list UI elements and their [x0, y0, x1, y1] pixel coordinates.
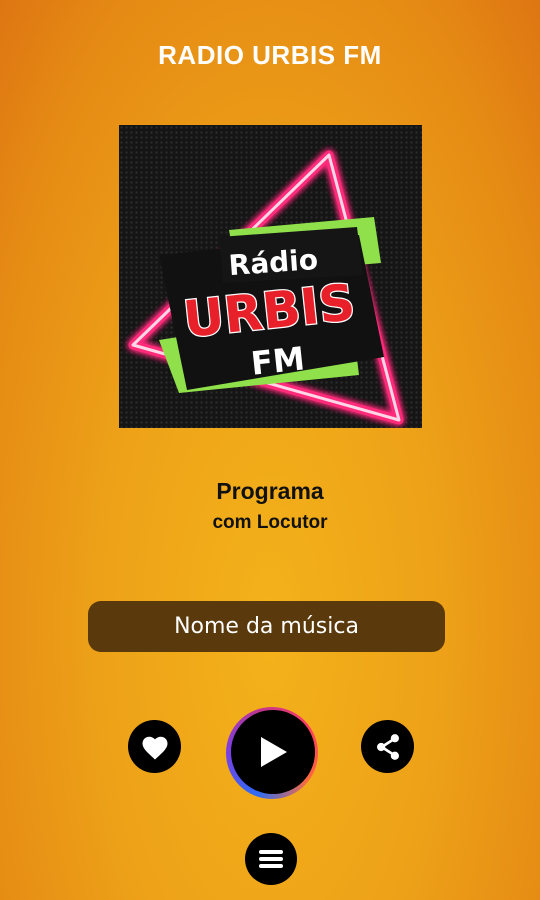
app-title: RADIO URBIS FM — [158, 40, 382, 70]
program-host: com Locutor — [212, 512, 328, 533]
menu-icon — [259, 850, 283, 868]
play-button-ring — [226, 707, 318, 799]
favorite-button[interactable] — [128, 720, 181, 773]
station-logo: Rádio URBIS FM — [119, 125, 422, 428]
program-title: Programa — [216, 478, 324, 504]
share-icon — [376, 733, 399, 760]
play-icon — [261, 737, 287, 767]
song-title: Nome da música — [174, 614, 359, 639]
now-playing-bar: Nome da música — [88, 601, 445, 652]
play-button[interactable] — [231, 710, 315, 794]
menu-button[interactable] — [245, 833, 297, 885]
heart-icon — [142, 736, 167, 759]
share-button[interactable] — [361, 720, 414, 773]
logo-text-fm: FM — [249, 339, 306, 382]
logo-text-radio: Rádio — [228, 243, 319, 282]
